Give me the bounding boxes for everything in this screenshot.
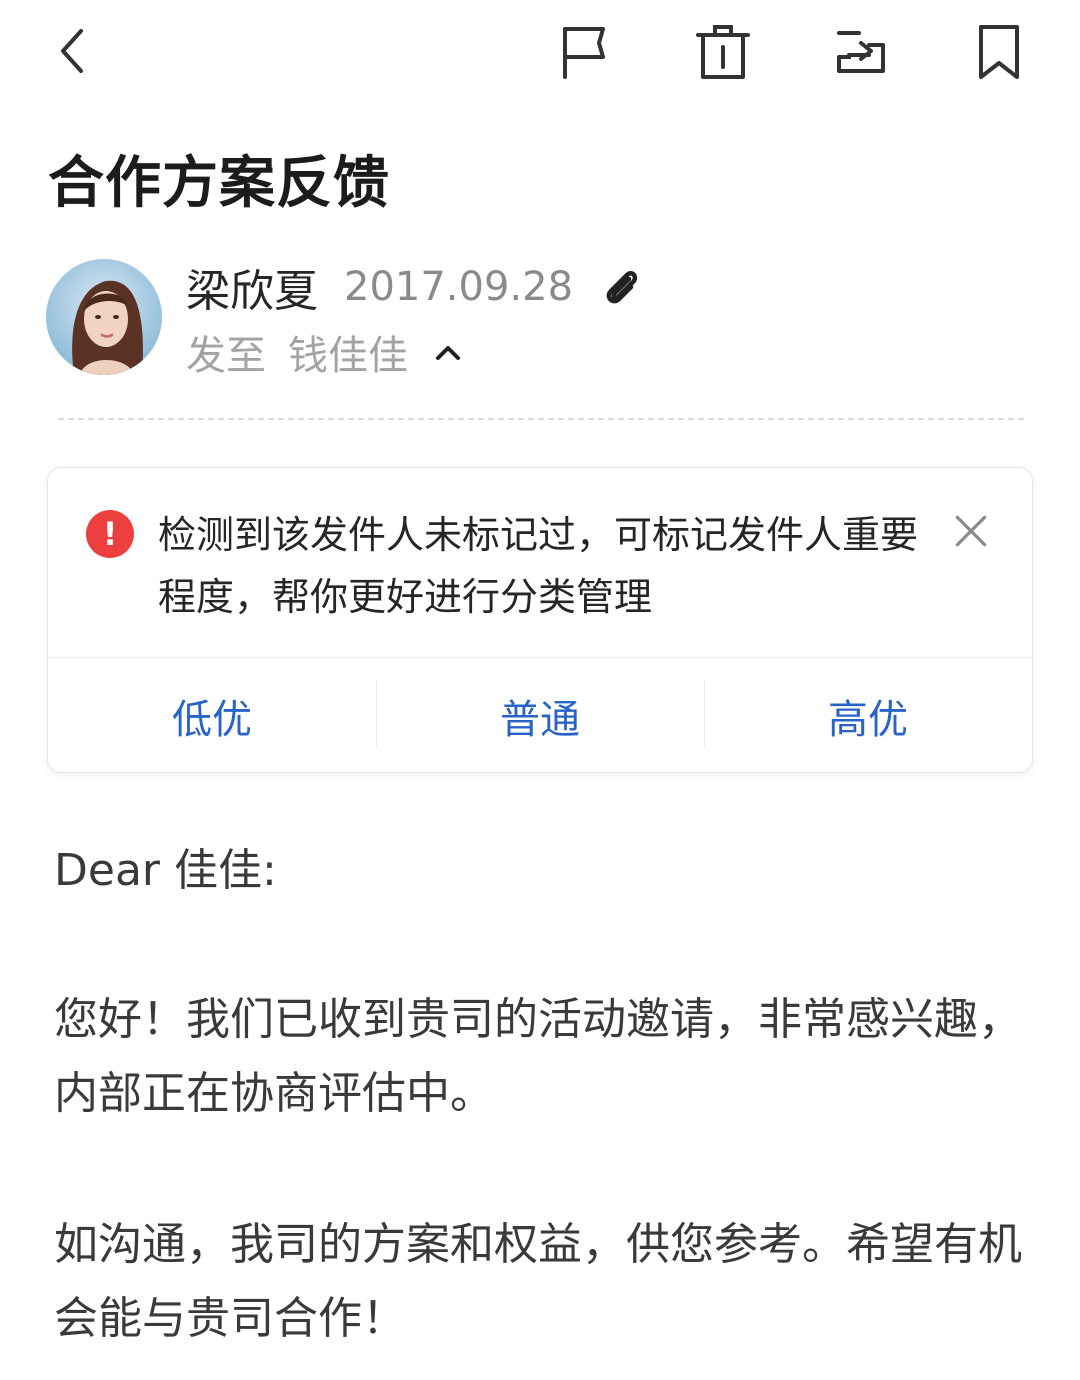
- close-icon[interactable]: [948, 508, 994, 554]
- normal-priority-button[interactable]: 普通: [376, 658, 704, 774]
- header-divider: [58, 418, 1024, 420]
- sender-row: 梁欣夏 2017.09.28: [186, 255, 643, 319]
- low-priority-button[interactable]: 低优: [48, 658, 376, 774]
- attachment-icon[interactable]: [599, 265, 643, 309]
- bookmark-icon[interactable]: [966, 18, 1032, 84]
- recipient-label: 发至: [186, 333, 266, 379]
- chevron-up-icon[interactable]: [430, 334, 466, 370]
- mail-subject: 合作方案反馈: [48, 151, 390, 216]
- recipient-name[interactable]: 钱佳佳: [288, 323, 408, 381]
- mail-paragraph: 如沟通，我司的方案和权益，供您参考。希望有机会能与贵司合作！: [54, 1219, 1022, 1344]
- notice-message: 检测到该发件人未标记过，可标记发件人重要程度，帮你更好进行分类管理: [158, 513, 919, 619]
- mail-paragraph: 您好！我们已收到贵司的活动邀请，非常感兴趣，内部正在协商评估中。: [54, 994, 1022, 1119]
- mail-date: 2017.09.28: [344, 264, 574, 310]
- sender-priority-notice: ! 检测到该发件人未标记过，可标记发件人重要程度，帮你更好进行分类管理 低优 普…: [47, 467, 1033, 773]
- back-icon[interactable]: [40, 18, 106, 84]
- move-icon[interactable]: [828, 18, 894, 84]
- top-toolbar: [0, 0, 1080, 110]
- flag-icon[interactable]: [550, 18, 616, 84]
- priority-options: 低优 普通 高优: [48, 657, 1032, 774]
- high-priority-button[interactable]: 高优: [704, 658, 1032, 774]
- alert-icon: !: [86, 510, 134, 558]
- trash-icon[interactable]: [690, 18, 756, 84]
- mail-greeting: Dear 佳佳:: [54, 845, 277, 896]
- sender-avatar[interactable]: [46, 259, 162, 375]
- sender-name[interactable]: 梁欣夏: [186, 255, 318, 319]
- recipient-row: 发至 钱佳佳: [186, 324, 466, 380]
